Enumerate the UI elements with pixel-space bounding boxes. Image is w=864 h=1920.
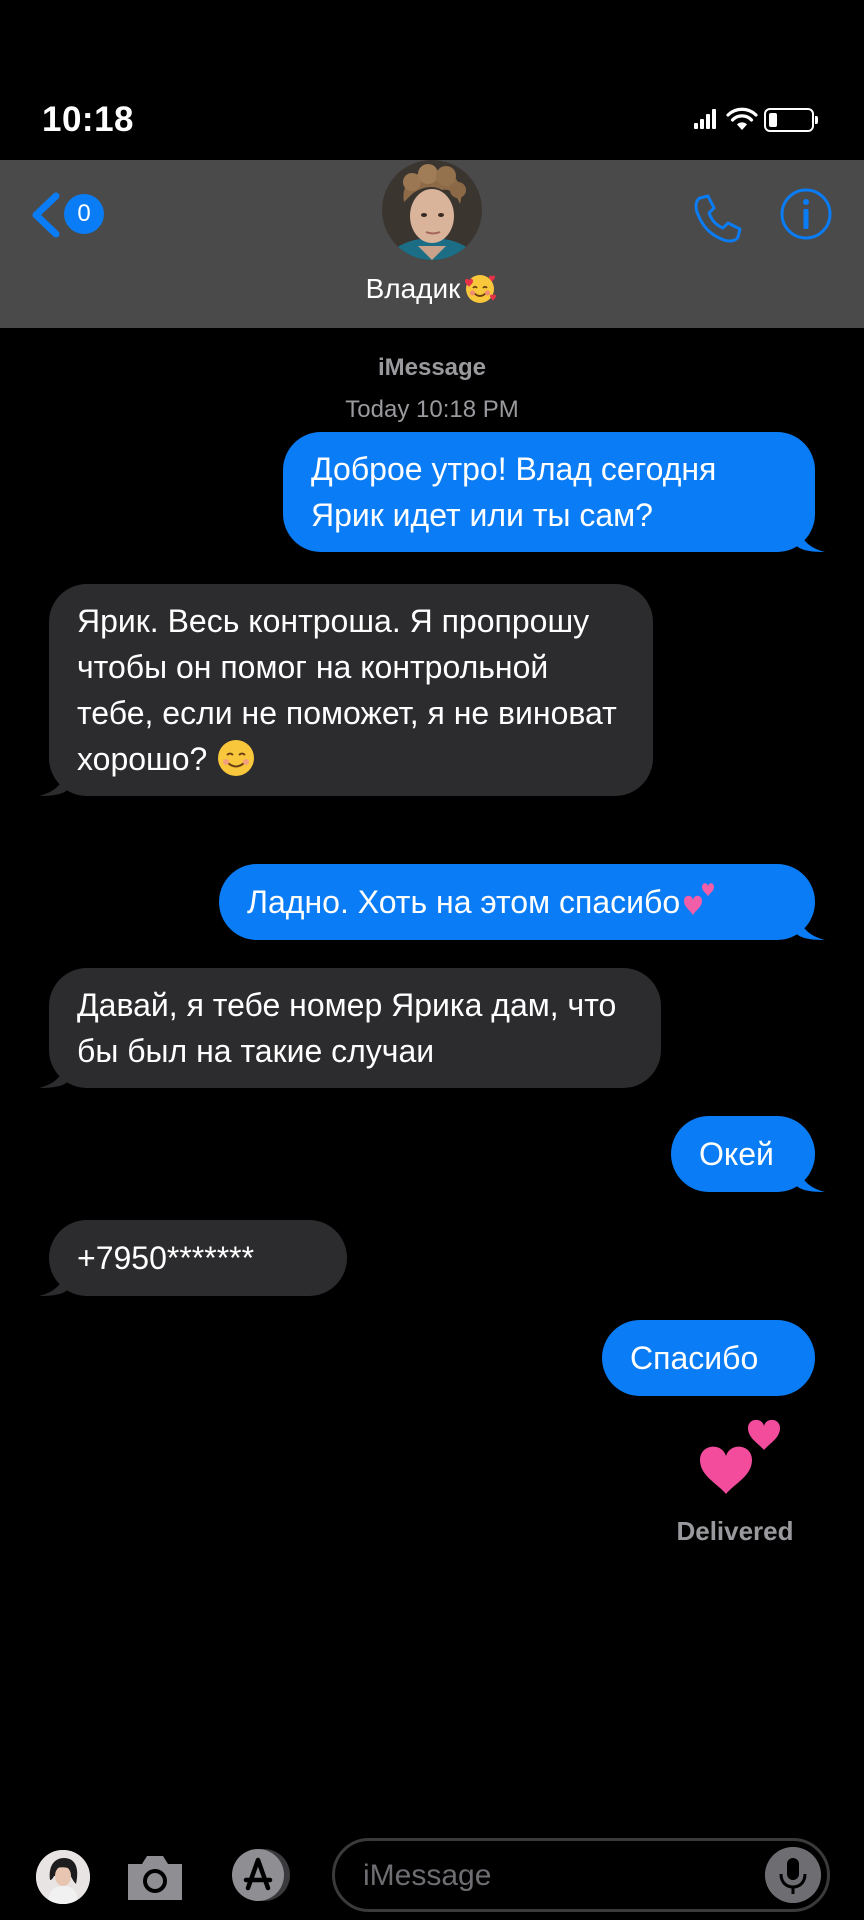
message-bubble-outgoing[interactable]: Окей: [671, 1116, 825, 1192]
status-bar: 10:18: [0, 0, 864, 160]
two-hearts-icon[interactable]: [698, 1414, 784, 1496]
bubble-tail: [39, 766, 69, 796]
bubble-tail: [795, 910, 825, 940]
phone-icon[interactable]: [690, 190, 746, 246]
message-bubble-incoming[interactable]: Давай, я тебе номер Ярика дам, что бы бы…: [39, 968, 661, 1088]
signal-icon: [694, 109, 716, 129]
bubble-tail: [39, 1266, 69, 1296]
wifi-icon: [726, 107, 758, 130]
user-avatar[interactable]: [36, 1850, 90, 1904]
bubble-tail: [795, 1162, 825, 1192]
app-store-icon[interactable]: [226, 1846, 298, 1904]
message-timestamp: Today 10:18 PM: [345, 396, 519, 423]
message-text: +7950*******: [77, 1240, 255, 1276]
message-input[interactable]: [363, 1855, 743, 1897]
conversation-header: 0 Владик: [0, 160, 864, 328]
message-text: Ярик. Весь контроша. Я пропрошу чтобы он…: [77, 603, 617, 777]
bubble-tail: [795, 522, 825, 552]
bubble-tail: [39, 1058, 69, 1088]
message-bubble-incoming[interactable]: Ярик. Весь контроша. Я пропрошу чтобы он…: [39, 584, 653, 796]
message-bubble-incoming[interactable]: +7950*******: [39, 1220, 347, 1296]
message-bubble-outgoing[interactable]: Доброе утро! Влад сегодня Ярик идет или …: [283, 432, 825, 552]
two-hearts-icon: [684, 883, 715, 916]
smiling-face-icon: [218, 740, 255, 776]
message-text: Доброе утро! Влад сегодня Ярик идет или …: [311, 451, 717, 533]
contact-avatar[interactable]: [382, 160, 482, 260]
contact-name-label: Владик: [365, 273, 461, 304]
status-time: 10:18: [42, 100, 135, 139]
camera-icon[interactable]: [124, 1850, 186, 1904]
service-label: iMessage: [377, 354, 487, 381]
message-bubble-outgoing[interactable]: Спасибо: [602, 1320, 815, 1396]
smiling-face-with-hearts-icon: [465, 275, 497, 303]
info-icon[interactable]: [778, 186, 834, 242]
input-bar: [0, 1828, 864, 1920]
message-text: Окей: [699, 1136, 774, 1172]
back-button[interactable]: 0: [28, 186, 108, 246]
message-text: Ладно. Хоть на этом спасибо: [247, 884, 681, 920]
message-bubble-outgoing[interactable]: Ладно. Хоть на этом спасибо: [219, 864, 825, 940]
back-chevron-icon: [32, 192, 60, 238]
message-input-field[interactable]: [332, 1838, 830, 1912]
message-text: Давай, я тебе номер Ярика дам, что бы бы…: [77, 987, 617, 1069]
contact-name[interactable]: Владик: [0, 272, 864, 305]
message-text: Спасибо: [630, 1340, 759, 1376]
battery-icon: [764, 108, 818, 132]
microphone-icon[interactable]: [765, 1847, 821, 1903]
delivery-status: Delivered: [676, 1516, 794, 1546]
unread-badge: 0: [64, 194, 104, 234]
